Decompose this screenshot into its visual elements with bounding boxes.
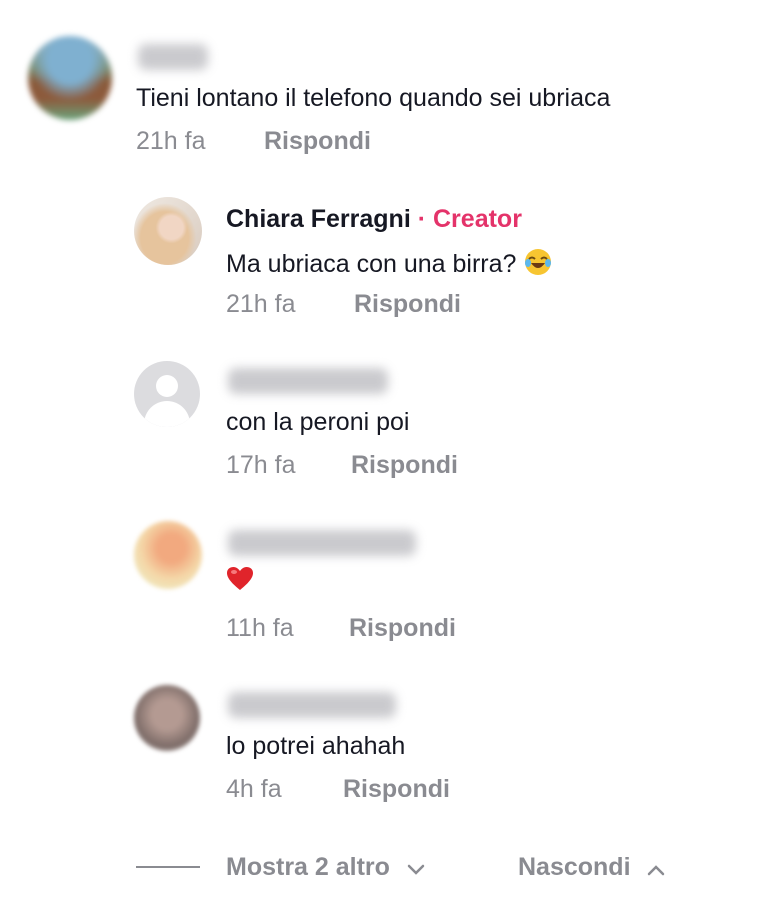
comment-time: 11h fa [226, 614, 294, 642]
hide-replies-button[interactable]: Nascondi [518, 853, 665, 883]
comment-text: con la peroni poi [226, 408, 410, 436]
hide-label: Nascondi [518, 853, 631, 881]
comment-time: 21h fa [136, 127, 206, 155]
username-blurred[interactable] [228, 368, 388, 394]
comment-author[interactable]: Chiara Ferragni · Creator [226, 205, 522, 234]
comment-text [226, 566, 254, 599]
reply-button[interactable]: Rispondi [343, 775, 450, 804]
username[interactable]: Chiara Ferragni [226, 205, 411, 233]
comment-time: 17h fa [226, 451, 296, 479]
default-avatar-icon[interactable] [134, 361, 200, 427]
avatar[interactable] [134, 197, 202, 265]
show-more-replies-button[interactable]: Mostra 2 altro [226, 853, 425, 883]
reply-button[interactable]: Rispondi [354, 290, 461, 319]
chevron-down-icon [407, 854, 425, 883]
username-blurred[interactable] [228, 530, 416, 556]
comment-text: lo potrei ahahah [226, 732, 406, 760]
avatar[interactable] [134, 685, 200, 751]
show-more-label: Mostra 2 altro [226, 853, 390, 881]
comment-text: Ma ubriaca con una birra? [226, 247, 553, 284]
username-blurred[interactable] [138, 44, 208, 70]
creator-badge: · Creator [417, 205, 522, 233]
laughing-tears-emoji [523, 247, 553, 284]
username-blurred[interactable] [228, 692, 396, 718]
reply-button[interactable]: Rispondi [349, 614, 456, 643]
comment-time: 4h fa [226, 775, 282, 803]
divider [136, 866, 200, 868]
reply-button[interactable]: Rispondi [264, 127, 371, 156]
comment-time: 21h fa [226, 290, 296, 318]
avatar[interactable] [134, 521, 202, 589]
avatar[interactable] [28, 36, 112, 120]
comment-text-content: Ma ubriaca con una birra? [226, 250, 517, 279]
chevron-up-icon [647, 854, 665, 883]
red-heart-emoji [226, 566, 254, 599]
comment-text: Tieni lontano il telefono quando sei ubr… [136, 84, 611, 112]
reply-button[interactable]: Rispondi [351, 451, 458, 480]
